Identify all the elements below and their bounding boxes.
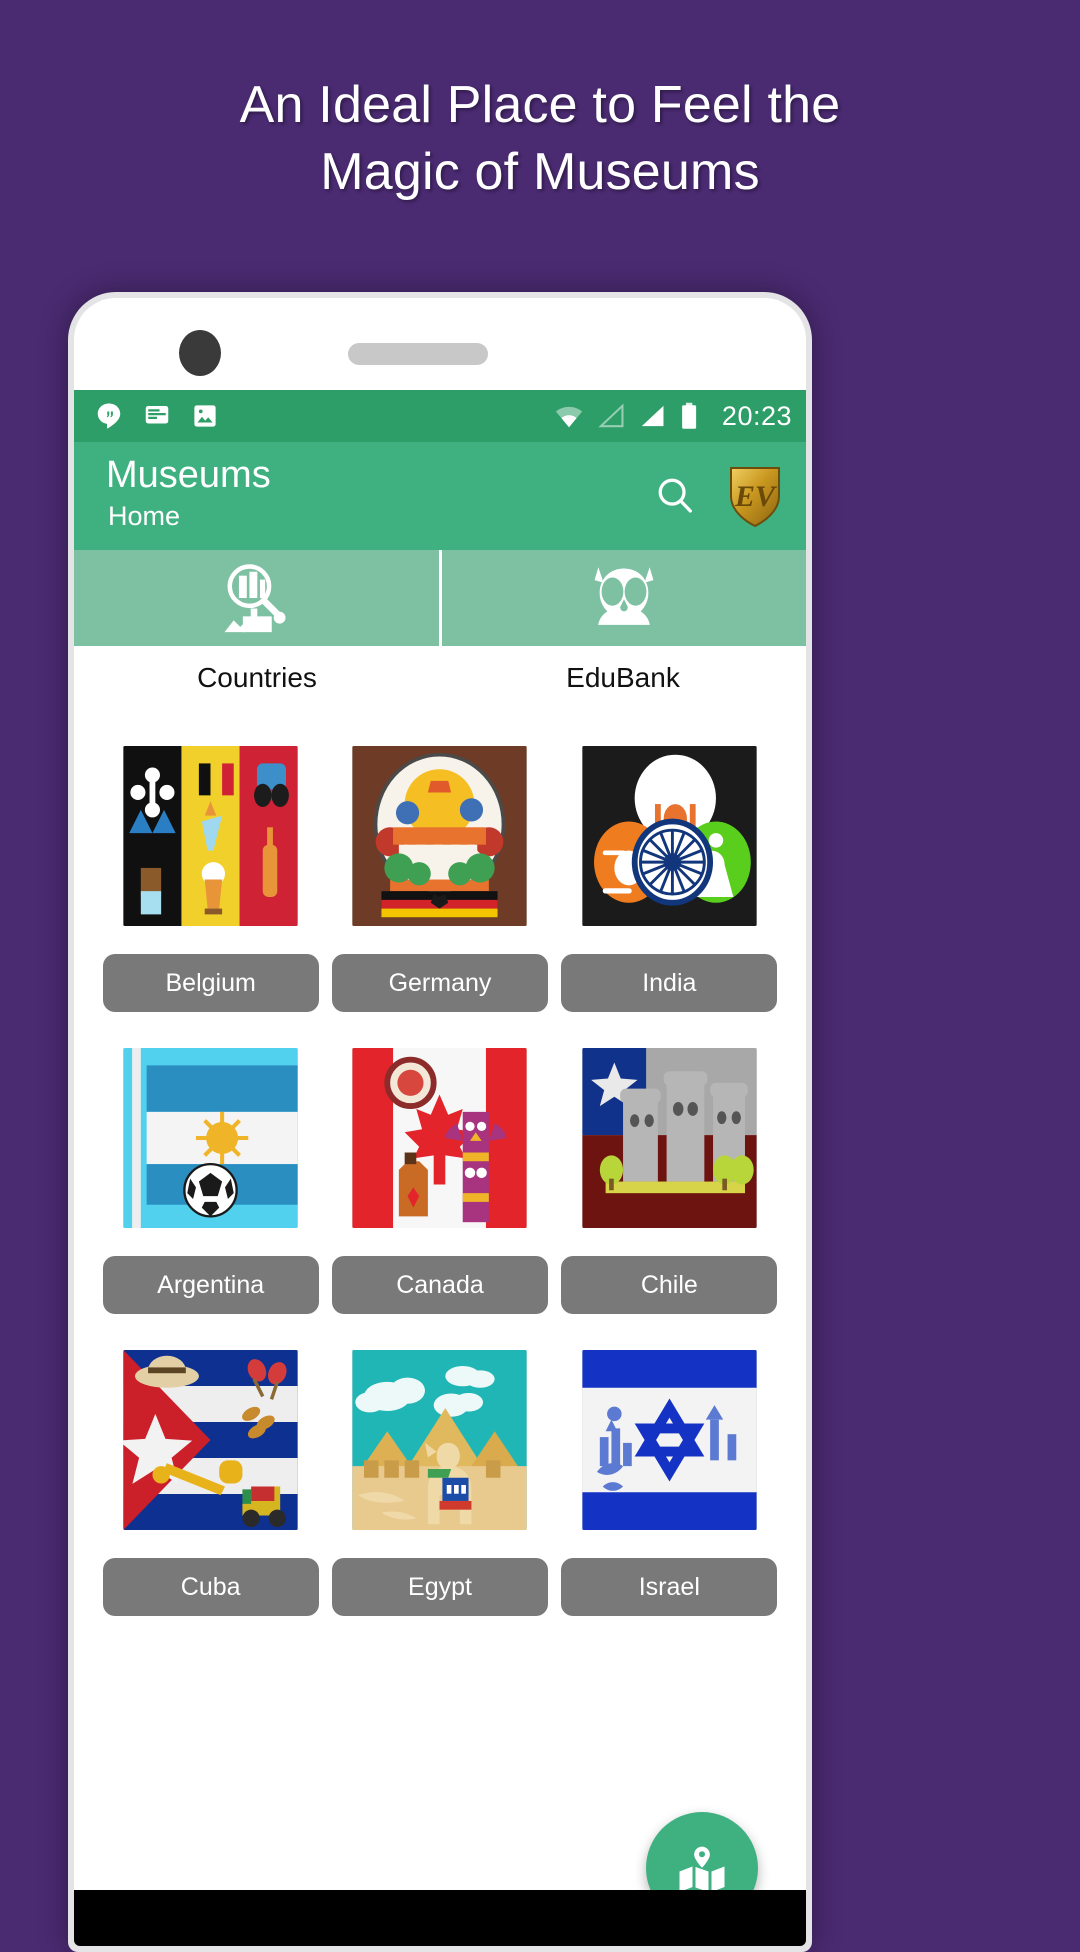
status-bar: 20:23 (74, 390, 806, 442)
phone-frame: 20:23 Museums Home EV Countries EduBank … (68, 292, 812, 1952)
country-label-belgium[interactable]: Belgium (102, 954, 319, 1012)
country-label-india[interactable]: India (561, 954, 778, 1012)
tab-countries[interactable] (74, 550, 439, 646)
country-label-egypt[interactable]: Egypt (331, 1558, 548, 1616)
country-card-israel[interactable]: Israel (561, 1314, 778, 1616)
status-bar-notifications (94, 401, 220, 431)
search-button[interactable] (642, 463, 708, 529)
promo-headline-line2: Magic of Museums (320, 142, 760, 201)
country-card-germany[interactable]: Germany (331, 710, 548, 1012)
country-grid: Belgium Germany India Argentina Canada C… (74, 710, 806, 1946)
android-navigation-bar (74, 1890, 806, 1946)
tab-label-row: Countries EduBank (74, 646, 806, 710)
country-row: Cuba Egypt Israel (74, 1314, 806, 1616)
front-camera-icon (179, 330, 221, 376)
app-bar-titles: Museums Home (106, 453, 271, 536)
tab-label-countries[interactable]: Countries (74, 646, 440, 710)
country-card-canada[interactable]: Canada (331, 1012, 548, 1314)
germany-thumb (352, 746, 528, 926)
search-icon (658, 478, 692, 513)
status-bar-system-icons: 20:23 (554, 401, 792, 432)
country-card-india[interactable]: India (561, 710, 778, 1012)
brand-logo-button[interactable]: EV (726, 463, 784, 529)
israel-thumb (581, 1350, 757, 1530)
country-label-argentina[interactable]: Argentina (102, 1256, 319, 1314)
phone-screen: 20:23 Museums Home EV Countries EduBank … (74, 298, 806, 1946)
magnifier-building-icon (224, 564, 286, 633)
status-bar-clock: 20:23 (721, 400, 792, 431)
earpiece-speaker (348, 343, 488, 365)
signal-empty-icon (598, 403, 624, 428)
promo-headline: An Ideal Place to Feel the Magic of Muse… (0, 72, 1080, 205)
phone-top-bezel (74, 298, 806, 390)
ev-shield-logo: EV (730, 467, 780, 528)
tab-strip (74, 550, 806, 646)
signal-full-icon (641, 405, 664, 427)
country-row: Belgium Germany India (74, 710, 806, 1012)
argentina-thumb (123, 1048, 299, 1228)
page-title: Museums (106, 453, 271, 496)
egypt-thumb (352, 1350, 528, 1530)
svg-text:EV: EV (734, 480, 778, 513)
cuba-thumb (123, 1350, 299, 1530)
app-bar: Museums Home EV (74, 442, 806, 550)
belgium-thumb (123, 746, 299, 926)
country-label-chile[interactable]: Chile (561, 1256, 778, 1314)
chile-thumb (581, 1048, 757, 1228)
message-icon (145, 406, 169, 424)
country-card-chile[interactable]: Chile (561, 1012, 778, 1314)
promo-headline-line1: An Ideal Place to Feel the (239, 76, 841, 134)
battery-icon (682, 402, 697, 429)
country-label-cuba[interactable]: Cuba (102, 1558, 319, 1616)
map-location-icon (679, 1846, 725, 1892)
country-label-canada[interactable]: Canada (331, 1256, 548, 1314)
country-label-germany[interactable]: Germany (331, 954, 548, 1012)
hangouts-icon (97, 403, 121, 429)
country-card-egypt[interactable]: Egypt (331, 1314, 548, 1616)
tab-label-edubank[interactable]: EduBank (440, 646, 806, 710)
canada-thumb (352, 1048, 528, 1228)
country-card-belgium[interactable]: Belgium (102, 710, 319, 1012)
country-card-cuba[interactable]: Cuba (102, 1314, 319, 1616)
tab-edubank[interactable] (438, 550, 807, 646)
page-subtitle: Home (108, 500, 181, 531)
country-card-argentina[interactable]: Argentina (102, 1012, 319, 1314)
photo-icon (194, 405, 216, 427)
country-label-israel[interactable]: Israel (561, 1558, 778, 1616)
wifi-icon (555, 406, 583, 428)
owl-icon (594, 567, 654, 625)
country-row: Argentina Canada Chile (74, 1012, 806, 1314)
india-thumb (581, 746, 757, 926)
